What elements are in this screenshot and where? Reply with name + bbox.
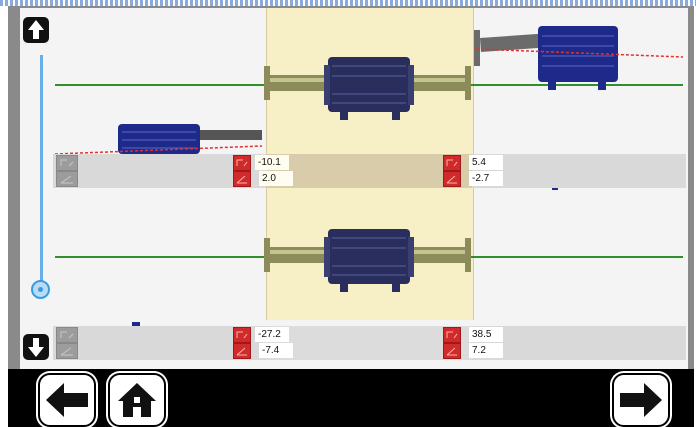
left-offset-adjust-button[interactable] — [233, 155, 251, 171]
row-center-band — [266, 326, 472, 360]
angle-icon — [236, 175, 247, 184]
row-center-band — [266, 154, 472, 188]
horizontal-values-row — [53, 154, 686, 188]
center-machine-top — [264, 57, 471, 120]
angle-icon — [60, 175, 73, 184]
right-offset-adjust-button[interactable] — [443, 155, 461, 171]
scroll-down-button[interactable] — [23, 334, 49, 360]
left-angle-value: 2.0 — [259, 171, 293, 186]
right-offset-value: 5.4 — [469, 155, 503, 170]
scroll-up-button[interactable] — [23, 17, 49, 43]
home-icon — [118, 383, 156, 417]
angle-icon — [60, 347, 73, 356]
arrow-up-icon — [28, 20, 44, 39]
right-offset-adjust-button[interactable] — [443, 327, 461, 343]
machine-drawings — [54, 26, 684, 326]
center-machine-bottom — [264, 229, 471, 292]
right-angle-value: 7.2 — [469, 343, 503, 358]
vertical-offset-icon — [60, 159, 74, 167]
left-offset-adjust-button[interactable] — [233, 327, 251, 343]
vertical-offset-icon — [60, 331, 74, 339]
vertical-offset-icon — [236, 331, 248, 339]
left-offset-value: -27.2 — [255, 327, 289, 342]
arrow-down-icon — [28, 338, 44, 357]
right-angle-adjust-button[interactable] — [443, 171, 461, 187]
right-angle-adjust-button[interactable] — [443, 343, 461, 359]
right-offset-value: 38.5 — [469, 327, 503, 342]
next-button[interactable] — [612, 373, 670, 427]
view-slider-knob[interactable] — [31, 280, 50, 299]
vertical-offset-icon — [446, 331, 458, 339]
back-button[interactable] — [38, 373, 96, 427]
view-slider-track[interactable] — [40, 55, 43, 292]
left-angle-disabled-button[interactable] — [56, 343, 78, 359]
left-offset-disabled-button[interactable] — [56, 327, 78, 343]
left-offset-disabled-button[interactable] — [56, 155, 78, 171]
arrow-left-icon — [46, 383, 88, 417]
arrow-right-icon — [620, 383, 662, 417]
angle-icon — [236, 347, 247, 356]
vertical-offset-icon — [236, 159, 248, 167]
left-angle-adjust-button[interactable] — [233, 171, 251, 187]
vertical-offset-icon — [446, 159, 458, 167]
right-motor-top — [474, 26, 618, 90]
vertical-values-row — [53, 326, 686, 360]
left-angle-adjust-button[interactable] — [233, 343, 251, 359]
left-angle-value: -7.4 — [259, 343, 293, 358]
left-angle-disabled-button[interactable] — [56, 171, 78, 187]
right-angle-value: -2.7 — [469, 171, 503, 186]
angle-icon — [446, 347, 457, 356]
home-button[interactable] — [108, 373, 166, 427]
angle-icon — [446, 175, 457, 184]
left-offset-value: -10.1 — [255, 155, 289, 170]
